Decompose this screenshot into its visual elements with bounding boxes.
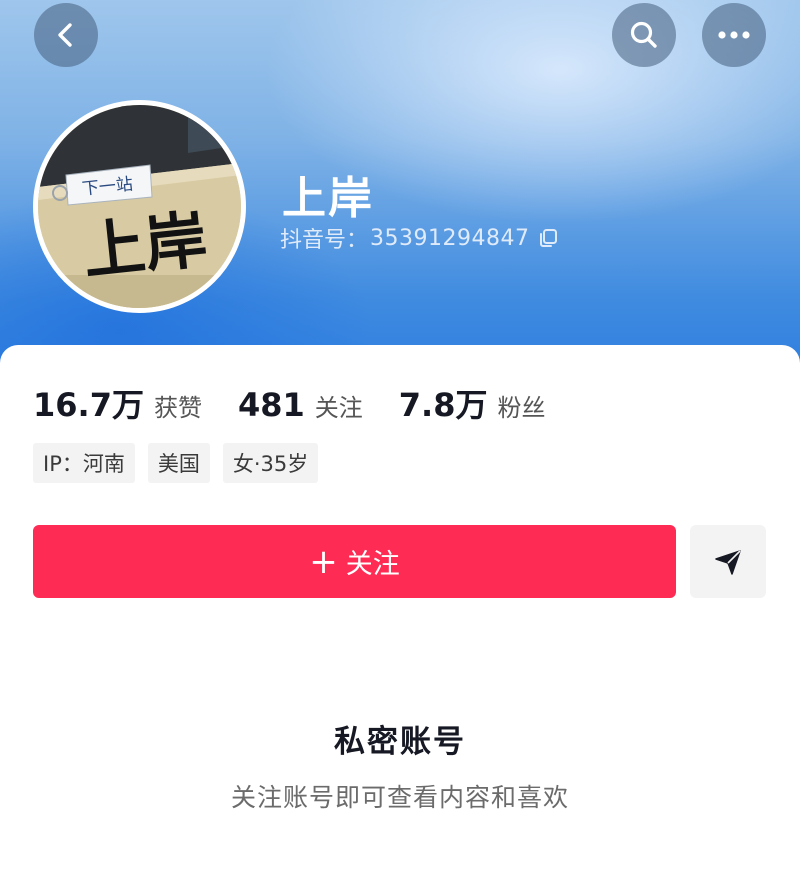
stat-followers-label: 粉丝 <box>497 394 546 422</box>
stat-following[interactable]: 481 关注 <box>238 386 363 424</box>
more-button[interactable] <box>702 3 766 67</box>
stat-followers[interactable]: 7.8万 粉丝 <box>399 380 546 426</box>
stat-followers-value: 7.8万 <box>398 386 488 424</box>
tag-ip-location: IP：河南 <box>33 443 135 483</box>
stat-following-label: 关注 <box>314 394 363 422</box>
send-arrow-icon <box>715 549 741 575</box>
douyin-id-value: 35391294847 <box>370 225 530 251</box>
douyin-id-label: 抖音号： <box>280 228 369 253</box>
tag-country: 美国 <box>147 443 210 483</box>
back-button[interactable] <box>34 3 98 67</box>
stat-likes-value: 16.7万 <box>33 386 144 424</box>
stat-likes[interactable]: 16.7万 获赞 <box>33 380 202 426</box>
copy-icon[interactable] <box>537 227 559 249</box>
stat-likes-label: 获赞 <box>153 394 202 422</box>
search-icon <box>630 21 657 48</box>
avatar[interactable]: 下一站 上岸 <box>33 100 246 313</box>
chevron-left-icon <box>58 23 72 47</box>
profile-tags: IP：河南 美国 女·35岁 <box>33 443 331 483</box>
private-account-title: 私密账号 <box>334 724 466 760</box>
private-account-subtitle: 关注账号即可查看内容和喜欢 <box>230 783 569 812</box>
follow-button[interactable]: + 关注 <box>33 525 676 598</box>
stats-row: 16.7万 获赞 481 关注 7.8万 粉丝 <box>33 380 581 426</box>
tag-gender-age: 女·35岁 <box>222 443 319 483</box>
share-button[interactable] <box>690 525 766 598</box>
search-button[interactable] <box>612 3 676 67</box>
douyin-id-row: 抖音号： 35391294847 <box>280 222 559 254</box>
avatar-big-text: 上岸 <box>80 203 211 289</box>
follow-button-label: 关注 <box>345 549 400 580</box>
plus-icon: + <box>309 541 338 582</box>
stat-following-value: 481 <box>237 386 305 424</box>
profile-name: 上岸 <box>282 173 374 224</box>
more-dots-icon <box>718 31 750 39</box>
avatar-image: 下一站 上岸 <box>38 105 241 308</box>
